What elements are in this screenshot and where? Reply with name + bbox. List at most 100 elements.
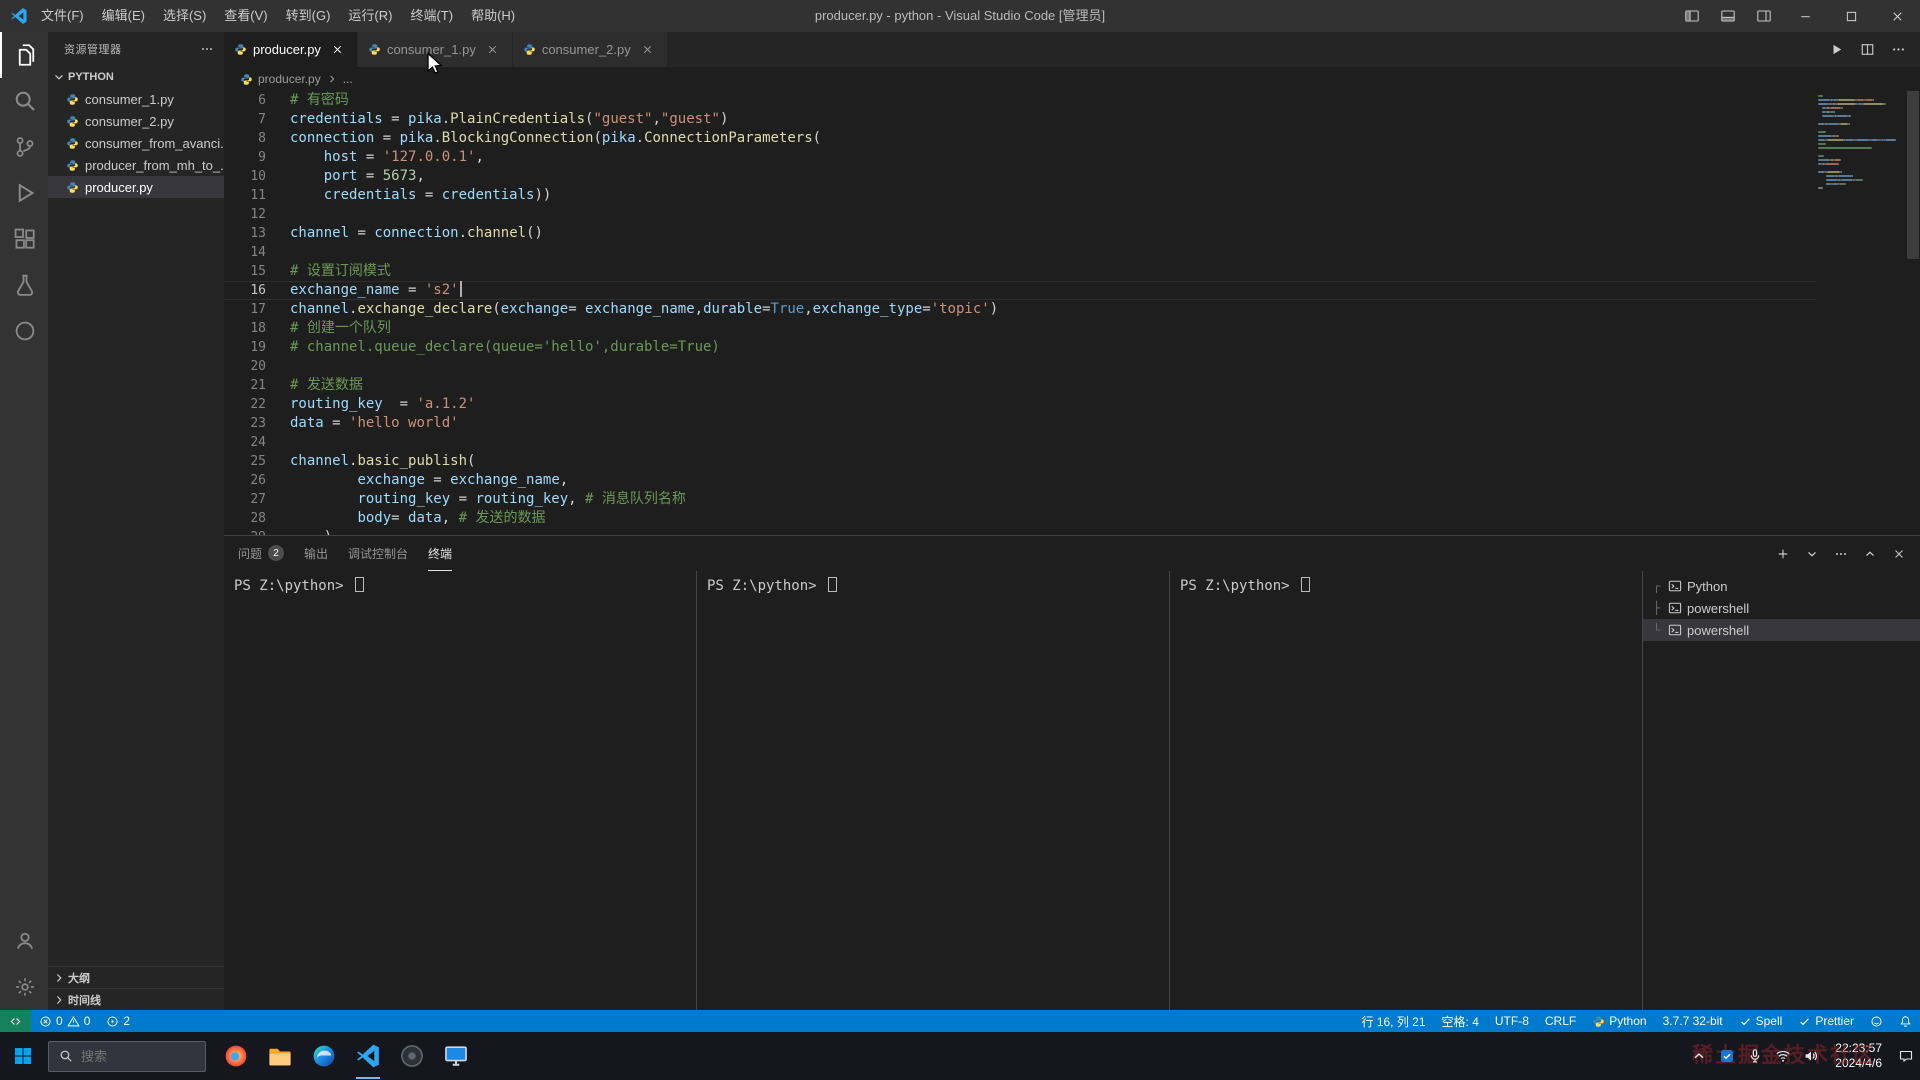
more-actions-icon[interactable] bbox=[200, 42, 214, 56]
tray-blue-app-icon[interactable] bbox=[1713, 1032, 1741, 1080]
file-item[interactable]: consumer_2.py bbox=[48, 110, 224, 132]
run-python-file-button[interactable] bbox=[1829, 42, 1844, 57]
menu-item[interactable]: 查看(V) bbox=[215, 0, 276, 32]
code-line[interactable]: 16 exchange_name = 's2' bbox=[224, 281, 1816, 300]
menu-item[interactable]: 文件(F) bbox=[32, 0, 93, 32]
panel-tab-终端[interactable]: 终端 bbox=[428, 536, 453, 571]
activity-remote-explorer[interactable] bbox=[0, 308, 48, 354]
panel-tab-输出[interactable]: 输出 bbox=[304, 536, 328, 571]
terminal-dropdown-icon[interactable] bbox=[1805, 547, 1819, 561]
activity-testing[interactable] bbox=[0, 262, 48, 308]
menu-item[interactable]: 运行(R) bbox=[339, 0, 401, 32]
editor-scrollbar[interactable] bbox=[1906, 91, 1920, 535]
code-line[interactable]: 7 credentials = pika.PlainCredentials("gu… bbox=[224, 110, 1816, 129]
terminal-pane[interactable]: PS Z:\python> bbox=[224, 571, 696, 1010]
terminal-list-item[interactable]: ┌ Python bbox=[1643, 575, 1920, 597]
close-tab-icon[interactable] bbox=[329, 41, 347, 59]
file-item[interactable]: producer.py bbox=[48, 176, 224, 198]
code-line[interactable]: 12 bbox=[224, 205, 1816, 224]
code-line[interactable]: 9 host = '127.0.0.1', bbox=[224, 148, 1816, 167]
editor-tab[interactable]: producer.py bbox=[224, 32, 358, 67]
more-actions-icon[interactable] bbox=[1834, 547, 1848, 561]
activity-account[interactable] bbox=[0, 918, 48, 964]
cursor-position[interactable]: 行 16, 列 21 bbox=[1353, 1010, 1433, 1032]
code-line[interactable]: 23 data = 'hello world' bbox=[224, 414, 1816, 433]
language-mode[interactable]: Python bbox=[1584, 1010, 1654, 1032]
editor-tab[interactable]: consumer_1.py bbox=[357, 32, 513, 67]
tray-chevron-up-icon[interactable] bbox=[1685, 1032, 1713, 1080]
code-line[interactable]: 13 channel = connection.channel() bbox=[224, 224, 1816, 243]
tray-volume-icon[interactable] bbox=[1797, 1032, 1825, 1080]
code-line[interactable]: 8 connection = pika.BlockingConnection(pi… bbox=[224, 129, 1816, 148]
start-button[interactable] bbox=[0, 1032, 46, 1080]
file-item[interactable]: consumer_1.py bbox=[48, 88, 224, 110]
more-actions-icon[interactable] bbox=[1891, 42, 1906, 57]
code-line[interactable]: 27 routing_key = routing_key, # 消息队列名称 bbox=[224, 490, 1816, 509]
code-line[interactable]: 28 body= data, # 发送的数据 bbox=[224, 509, 1816, 528]
new-terminal-icon[interactable] bbox=[1776, 547, 1790, 561]
taskbar-app-remote-desktop[interactable] bbox=[434, 1032, 478, 1080]
editor-tab[interactable]: consumer_2.py bbox=[512, 32, 668, 67]
code-line[interactable]: 10 port = 5673, bbox=[224, 167, 1816, 186]
file-item[interactable]: consumer_from_avanci... bbox=[48, 132, 224, 154]
code-line[interactable]: 29 ) bbox=[224, 528, 1816, 535]
panel-tab-问题[interactable]: 问题 2 bbox=[238, 536, 285, 571]
breadcrumb-file[interactable]: producer.py bbox=[258, 72, 321, 86]
action-center-icon[interactable] bbox=[1892, 1032, 1920, 1080]
tray-mic-icon[interactable] bbox=[1741, 1032, 1769, 1080]
code-line[interactable]: 20 bbox=[224, 357, 1816, 376]
sidebar-section-时间线[interactable]: 时间线 bbox=[48, 988, 224, 1010]
python-interpreter[interactable]: 3.7.7 32-bit bbox=[1655, 1010, 1731, 1032]
tray-wifi-icon[interactable] bbox=[1769, 1032, 1797, 1080]
code-line[interactable]: 26 exchange = exchange_name, bbox=[224, 471, 1816, 490]
menu-item[interactable]: 编辑(E) bbox=[93, 0, 154, 32]
code-line[interactable]: 15 # 设置订阅模式 bbox=[224, 262, 1816, 281]
indentation[interactable]: 空格: 4 bbox=[1434, 1010, 1487, 1032]
feedback[interactable] bbox=[1862, 1010, 1891, 1032]
activity-search[interactable] bbox=[0, 78, 48, 124]
eol[interactable]: CRLF bbox=[1537, 1010, 1584, 1032]
layout-sidebar-icon[interactable] bbox=[1674, 0, 1710, 32]
activity-run-and-debug[interactable] bbox=[0, 170, 48, 216]
close-panel-icon[interactable] bbox=[1892, 547, 1906, 561]
ports-status[interactable]: 2 bbox=[98, 1010, 138, 1032]
code-line[interactable]: 19 # channel.queue_declare(queue='hello',… bbox=[224, 338, 1816, 357]
code-line[interactable]: 17 channel.exchange_declare(exchange= exc… bbox=[224, 300, 1816, 319]
split-editor-icon[interactable] bbox=[1860, 42, 1875, 57]
terminal-list-item[interactable]: └ powershell bbox=[1643, 619, 1920, 641]
layout-secondary-icon[interactable] bbox=[1746, 0, 1782, 32]
terminal-pane[interactable]: PS Z:\python> bbox=[696, 571, 1169, 1010]
notifications[interactable] bbox=[1891, 1010, 1920, 1032]
activity-explorer[interactable] bbox=[0, 32, 48, 78]
taskbar-app-edge[interactable] bbox=[302, 1032, 346, 1080]
remote-indicator[interactable] bbox=[0, 1010, 31, 1032]
menu-item[interactable]: 转到(G) bbox=[277, 0, 340, 32]
activity-settings[interactable] bbox=[0, 964, 48, 1010]
code-line[interactable]: 6 # 有密码 bbox=[224, 91, 1816, 110]
minimap[interactable] bbox=[1816, 91, 1906, 535]
layout-panel-icon[interactable] bbox=[1710, 0, 1746, 32]
spell-checker[interactable]: Spell bbox=[1731, 1010, 1791, 1032]
encoding[interactable]: UTF-8 bbox=[1487, 1010, 1537, 1032]
code-line[interactable]: 25 channel.basic_publish( bbox=[224, 452, 1816, 471]
taskbar-app-dark-app[interactable] bbox=[390, 1032, 434, 1080]
taskbar-app-vscode[interactable] bbox=[346, 1032, 390, 1080]
code-line[interactable]: 21 # 发送数据 bbox=[224, 376, 1816, 395]
code-line[interactable]: 14 bbox=[224, 243, 1816, 262]
file-item[interactable]: producer_from_mh_to_... bbox=[48, 154, 224, 176]
close-button[interactable] bbox=[1874, 0, 1920, 32]
breadcrumb[interactable]: producer.py ... bbox=[224, 67, 1920, 91]
close-tab-icon[interactable] bbox=[639, 41, 657, 59]
code-line[interactable]: 18 # 创建一个队列 bbox=[224, 319, 1816, 338]
maximize-panel-icon[interactable] bbox=[1863, 547, 1877, 561]
menu-item[interactable]: 选择(S) bbox=[154, 0, 215, 32]
taskbar-search[interactable] bbox=[48, 1040, 206, 1072]
panel-tab-调试控制台[interactable]: 调试控制台 bbox=[348, 536, 408, 571]
folder-section-python[interactable]: PYTHON bbox=[48, 66, 224, 88]
activity-source-control[interactable] bbox=[0, 124, 48, 170]
search-input[interactable] bbox=[81, 1048, 195, 1064]
minimize-button[interactable] bbox=[1782, 0, 1828, 32]
menu-item[interactable]: 帮助(H) bbox=[462, 0, 524, 32]
menu-item[interactable]: 终端(T) bbox=[401, 0, 462, 32]
taskbar-clock[interactable]: 22:23:57 2024/4/6 bbox=[1825, 1041, 1892, 1071]
